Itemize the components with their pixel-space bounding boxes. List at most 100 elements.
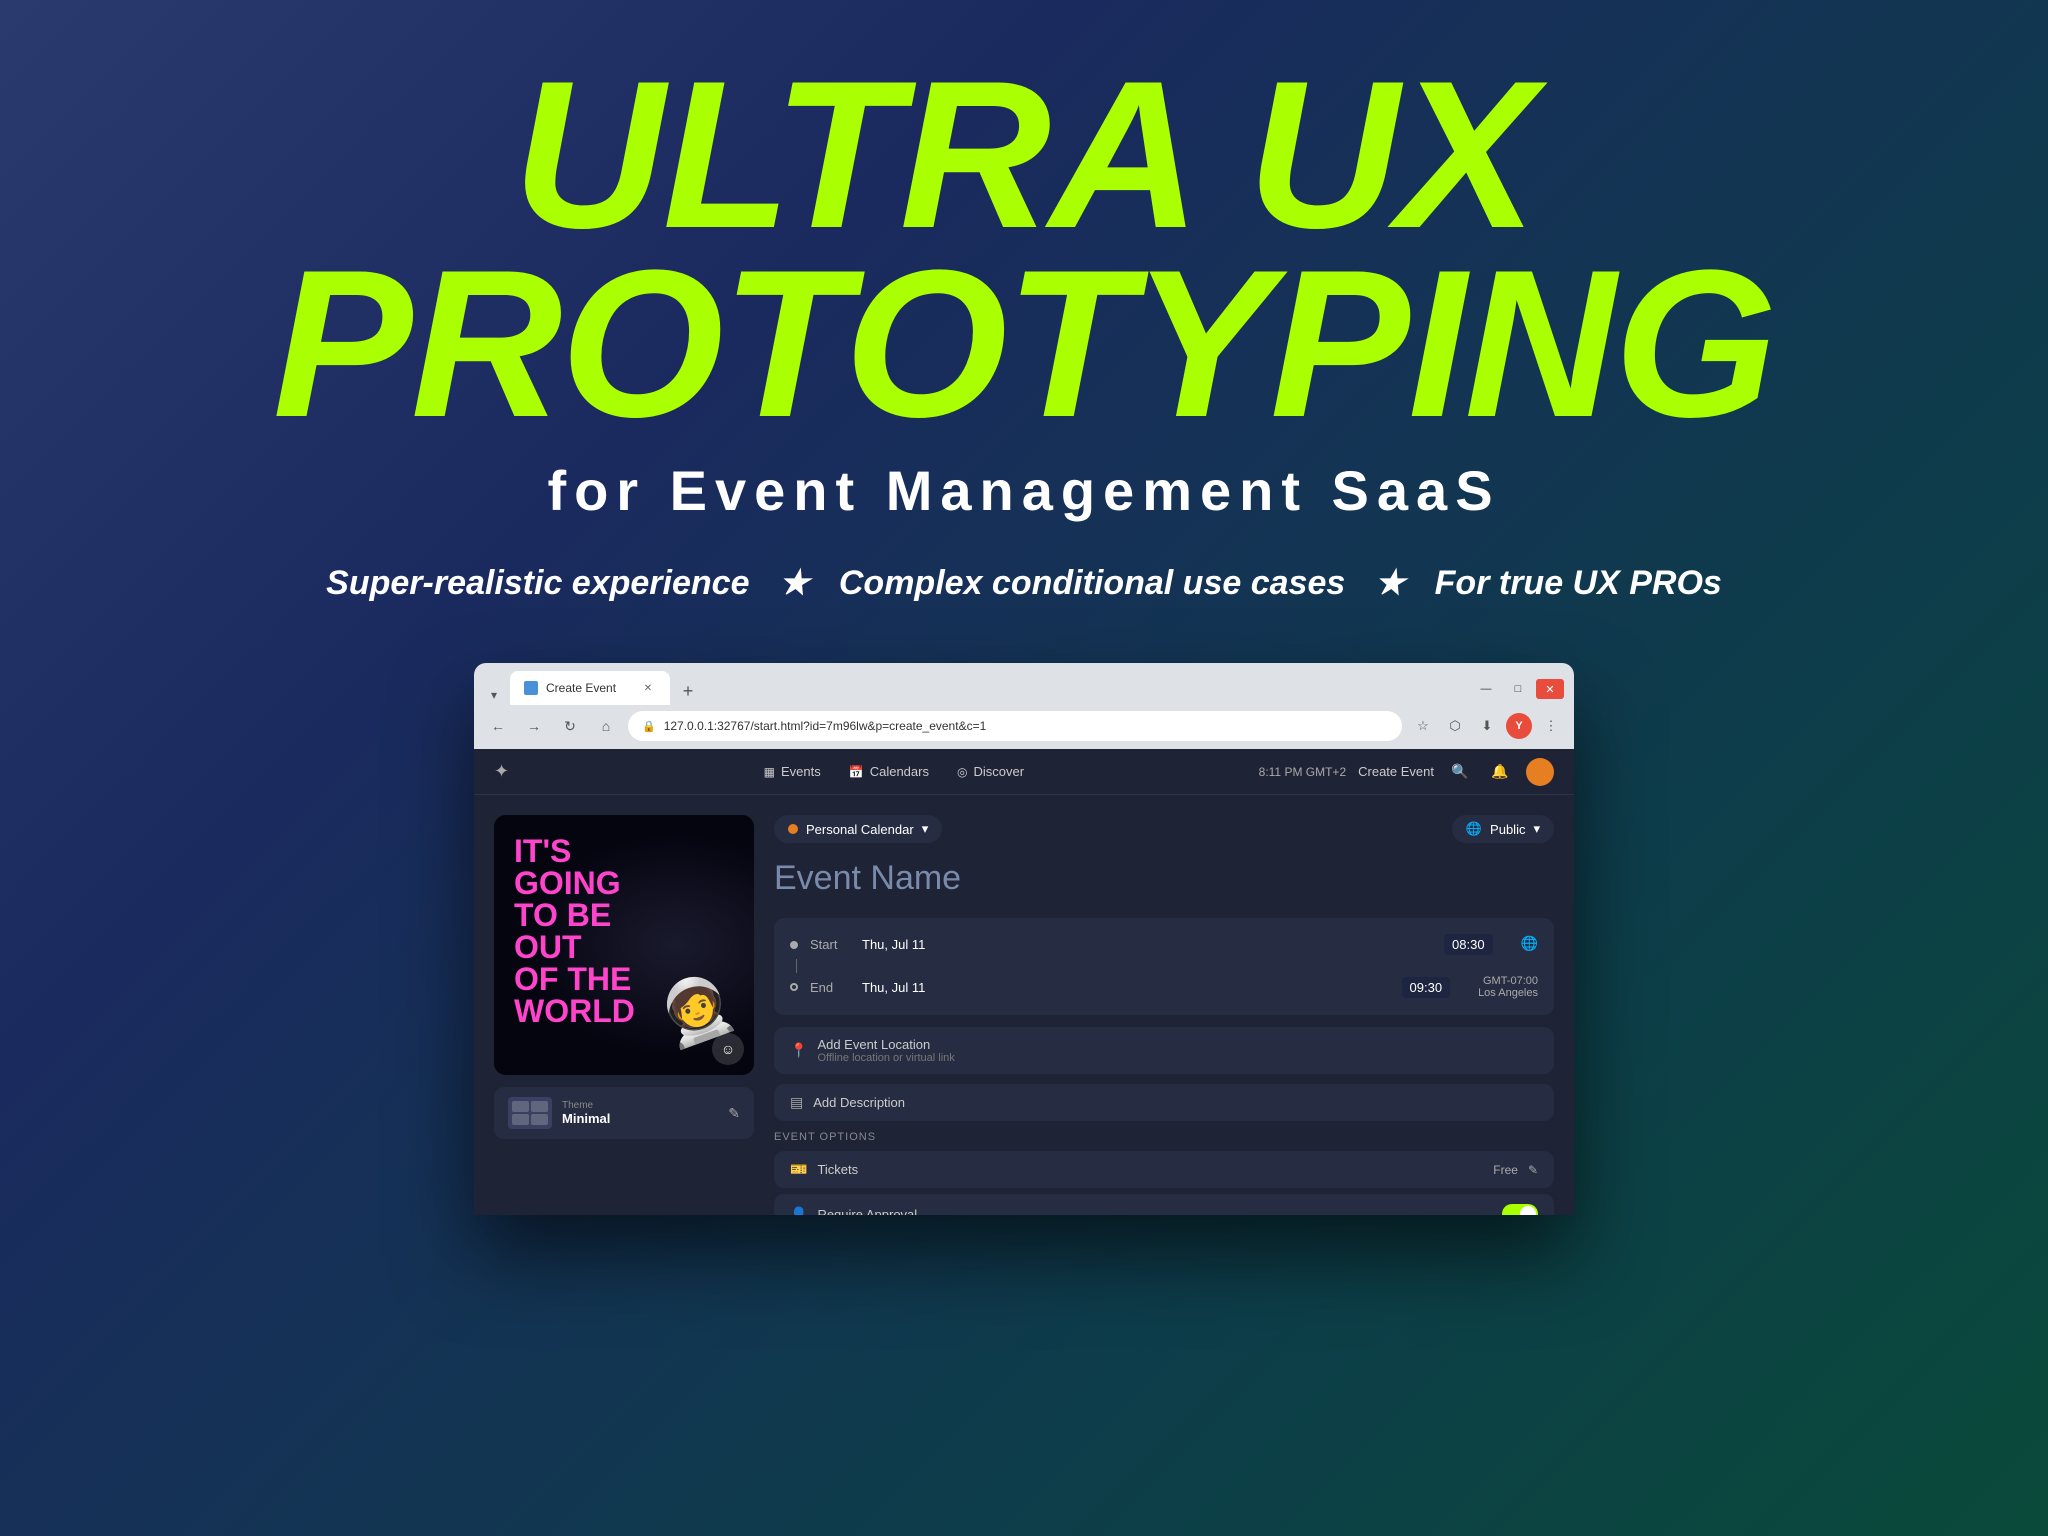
- tickets-row[interactable]: 🎫 Tickets Free ✎: [774, 1151, 1554, 1188]
- more-menu-button[interactable]: ⋮: [1538, 713, 1564, 739]
- event-image-bg: IT'S GOING TO BE OUT OF THE WORLD 🧑‍🚀: [494, 815, 754, 1075]
- events-icon: ▦: [764, 765, 775, 779]
- user-nav-avatar[interactable]: [1526, 758, 1554, 786]
- tickets-value: Free: [1493, 1163, 1518, 1177]
- theme-preview-block4: [531, 1114, 548, 1125]
- minimize-button[interactable]: —: [1472, 679, 1500, 699]
- event-image-container[interactable]: IT'S GOING TO BE OUT OF THE WORLD 🧑‍🚀 ☺: [494, 815, 754, 1075]
- datetime-connector: [796, 959, 797, 973]
- hero-tagline: Super-realistic experience ★ Complex con…: [0, 563, 2048, 603]
- image-edit-icon[interactable]: ☺: [712, 1033, 744, 1065]
- discover-label: Discover: [973, 764, 1024, 779]
- calendars-label: Calendars: [870, 764, 929, 779]
- tab-dropdown-icon[interactable]: ▾: [484, 685, 504, 705]
- event-img-line3: TO BE: [514, 897, 611, 933]
- end-dot: [790, 983, 798, 991]
- tickets-icon: 🎫: [790, 1161, 807, 1178]
- event-img-line1: IT'S: [514, 833, 571, 869]
- app-main: IT'S GOING TO BE OUT OF THE WORLD 🧑‍🚀 ☺: [474, 795, 1574, 1215]
- tagline-star2: ★: [1375, 564, 1405, 602]
- home-button[interactable]: ⌂: [592, 712, 620, 740]
- location-icon: 📍: [790, 1042, 807, 1059]
- theme-preview: [508, 1097, 552, 1129]
- tab-close-button[interactable]: ✕: [640, 680, 656, 696]
- theme-edit-button[interactable]: ✎: [728, 1105, 740, 1122]
- require-approval-label: Require Approval: [817, 1207, 1492, 1216]
- profile-menu-button[interactable]: ⬇: [1474, 713, 1500, 739]
- location-content: Add Event Location Offline location or v…: [817, 1037, 1538, 1064]
- theme-info: Theme Minimal: [562, 1100, 718, 1126]
- globe-icon: 🌐: [1466, 821, 1482, 837]
- event-name-input[interactable]: Event Name: [774, 859, 1554, 898]
- timezone-block: 🌐: [1521, 935, 1538, 954]
- require-approval-row[interactable]: 👤 Require Approval: [774, 1194, 1554, 1215]
- address-url: 127.0.0.1:32767/start.html?id=7m96lw&p=c…: [664, 719, 987, 733]
- search-nav-button[interactable]: 🔍: [1446, 758, 1474, 786]
- tagline-star1: ★: [779, 564, 809, 602]
- datetime-row: Start Thu, Jul 11 08:30 🌐 End: [774, 918, 1554, 1015]
- timezone-offset: GMT-07:00: [1478, 975, 1538, 987]
- event-left-panel: IT'S GOING TO BE OUT OF THE WORLD 🧑‍🚀 ☺: [494, 815, 754, 1195]
- reload-button[interactable]: ↻: [556, 712, 584, 740]
- start-time[interactable]: 08:30: [1444, 934, 1493, 955]
- calendar-selector-button[interactable]: Personal Calendar ▾: [774, 815, 942, 843]
- event-options-section: Event Options 🎫 Tickets Free ✎ 👤 Require…: [774, 1131, 1554, 1215]
- main-title-line2: PROTOTYPING: [0, 249, 2048, 438]
- nav-discover-link[interactable]: ◎ Discover: [945, 758, 1036, 785]
- visibility-chevron-icon: ▾: [1533, 821, 1540, 837]
- maximize-button[interactable]: □: [1504, 679, 1532, 699]
- nav-time: 8:11 PM GMT+2: [1259, 765, 1346, 779]
- theme-preview-block1: [512, 1101, 529, 1112]
- browser-tab-bar: ▾ Create Event ✕ + — □ ✕: [484, 671, 1564, 705]
- location-row[interactable]: 📍 Add Event Location Offline location or…: [774, 1027, 1554, 1074]
- extensions-button[interactable]: ⬡: [1442, 713, 1468, 739]
- create-event-nav-button[interactable]: Create Event: [1358, 764, 1434, 779]
- nav-plus-icon[interactable]: ✦: [494, 761, 509, 782]
- visibility-label: Public: [1490, 822, 1525, 837]
- address-bar-actions: ☆ ⬡ ⬇ Y ⋮: [1410, 713, 1564, 739]
- theme-name: Minimal: [562, 1111, 718, 1126]
- notifications-button[interactable]: 🔔: [1486, 758, 1514, 786]
- hero-section: ULTRA UX PROTOTYPING for Event Managemen…: [0, 0, 2048, 633]
- theme-label: Theme: [562, 1100, 718, 1111]
- timezone-info: GMT-07:00 Los Angeles: [1478, 975, 1538, 999]
- app-nav: ✦ ▦ Events 📅 Calendars ◎ Discover: [474, 749, 1574, 795]
- event-image-text: IT'S GOING TO BE OUT OF THE WORLD: [514, 835, 635, 1027]
- tab-favicon: [524, 681, 538, 695]
- start-date[interactable]: Thu, Jul 11: [862, 937, 1432, 952]
- location-title: Add Event Location: [817, 1037, 1538, 1052]
- window-controls: — □ ✕: [1472, 679, 1564, 705]
- browser-addressbar: ← → ↻ ⌂ 🔒 127.0.0.1:32767/start.html?id=…: [474, 705, 1574, 749]
- event-img-line2: GOING: [514, 865, 621, 901]
- tagline-part3: For true UX PROs: [1435, 564, 1722, 602]
- start-datetime-entry: Start Thu, Jul 11 08:30 🌐: [790, 930, 1538, 959]
- discover-icon: ◎: [957, 765, 967, 779]
- new-tab-button[interactable]: +: [674, 677, 702, 705]
- close-button[interactable]: ✕: [1536, 679, 1564, 699]
- event-img-line4: OUT: [514, 929, 582, 965]
- tickets-edit-icon[interactable]: ✎: [1528, 1163, 1538, 1177]
- user-avatar[interactable]: Y: [1506, 713, 1532, 739]
- calendar-name: Personal Calendar: [806, 822, 914, 837]
- tickets-label: Tickets: [817, 1162, 1483, 1177]
- end-date[interactable]: Thu, Jul 11: [862, 980, 1390, 995]
- calendar-selector: Personal Calendar ▾ 🌐 Public ▾: [774, 815, 1554, 843]
- browser-window: ▾ Create Event ✕ + — □ ✕ ← → ↻ ⌂: [474, 663, 1574, 1215]
- require-approval-toggle[interactable]: [1502, 1204, 1538, 1215]
- tagline-part1: Super-realistic experience: [326, 564, 749, 602]
- forward-button[interactable]: →: [520, 712, 548, 740]
- description-row[interactable]: ▤ Add Description: [774, 1084, 1554, 1121]
- description-title: Add Description: [813, 1095, 1538, 1110]
- start-dot: [790, 941, 798, 949]
- back-button[interactable]: ←: [484, 712, 512, 740]
- visibility-selector-button[interactable]: 🌐 Public ▾: [1452, 815, 1554, 843]
- end-time[interactable]: 09:30: [1402, 977, 1451, 998]
- nav-events-link[interactable]: ▦ Events: [752, 758, 833, 785]
- theme-preview-block2: [531, 1101, 548, 1112]
- browser-wrapper: ▾ Create Event ✕ + — □ ✕ ← → ↻ ⌂: [0, 663, 2048, 1215]
- browser-tab[interactable]: Create Event ✕: [510, 671, 670, 705]
- nav-calendars-link[interactable]: 📅 Calendars: [837, 758, 941, 785]
- bookmark-button[interactable]: ☆: [1410, 713, 1436, 739]
- address-bar[interactable]: 🔒 127.0.0.1:32767/start.html?id=7m96lw&p…: [628, 711, 1402, 741]
- calendar-dot: [788, 824, 798, 834]
